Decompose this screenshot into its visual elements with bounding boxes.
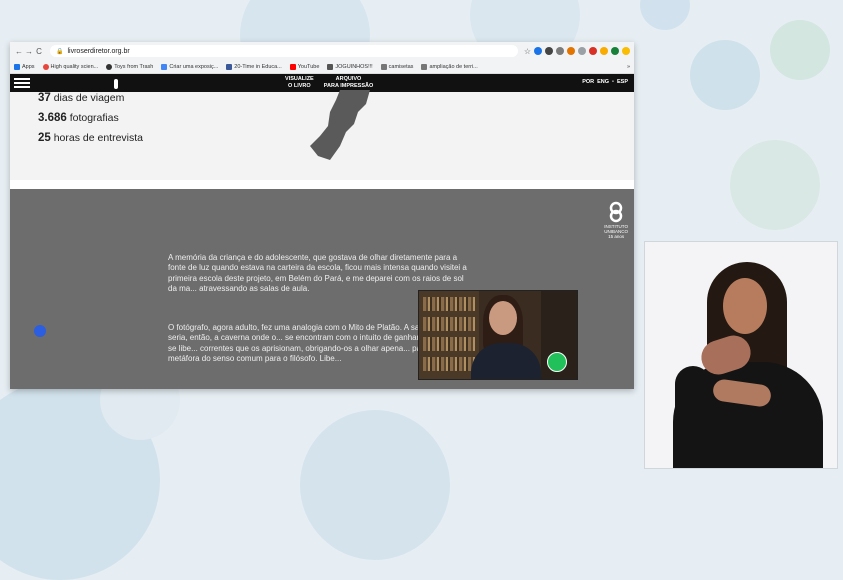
youtube-favicon-icon (289, 63, 296, 70)
lock-icon: 🔒 (56, 48, 64, 55)
bookmarks-bar: Apps High quality scien... Toys from Tra… (10, 60, 634, 74)
bookmark-favicon-icon (226, 63, 233, 70)
instituto-unibanco-logo: INSTITUTO UNIBANCO 15 anos (604, 201, 628, 239)
language-switcher: POR ENG • ESP (582, 79, 628, 85)
brazil-map-shape (310, 90, 370, 160)
bookmark-item[interactable]: Toys from Trash (106, 63, 153, 70)
back-icon[interactable]: ← (14, 47, 24, 56)
bg-circle (690, 40, 760, 110)
forward-icon[interactable]: → (24, 47, 34, 56)
google-favicon-icon (161, 63, 168, 70)
bookmark-item[interactable]: High quality scien... (42, 63, 98, 70)
presenter-body (471, 343, 541, 379)
hamburger-menu-icon[interactable] (14, 76, 30, 90)
lang-eng[interactable]: ENG (597, 79, 609, 85)
extension-icon[interactable] (545, 46, 553, 55)
extension-icon[interactable] (534, 46, 542, 55)
more-bookmarks-chevron[interactable]: » (627, 64, 630, 70)
extension-icon[interactable] (600, 46, 608, 55)
bookmark-favicon-icon (327, 63, 334, 70)
interpreter-face (723, 278, 767, 334)
logo-mark-icon (609, 201, 623, 223)
header-nav: VISUALIZE O LIVRO ARQUIVO PARA IMPRESSÃO (285, 76, 373, 90)
extension-icon[interactable] (578, 46, 586, 55)
bookmark-folder[interactable]: camisetas (380, 63, 413, 70)
bookmark-item[interactable]: 20-Time in Educa... (226, 63, 282, 70)
blue-indicator-dot[interactable] (34, 325, 46, 337)
profile-avatar[interactable] (622, 46, 630, 55)
sign-language-interpreter (644, 241, 838, 469)
bookmark-folder[interactable]: ampliação de terri... (421, 63, 478, 70)
extension-icons: ☆ (524, 46, 630, 56)
apps-grid-icon (14, 63, 20, 70)
bookmark-favicon-icon (106, 63, 113, 70)
extension-icon[interactable] (611, 46, 619, 55)
stat-item: 25 horas de entrevista (38, 132, 144, 144)
lang-separator: • (612, 79, 614, 85)
lang-esp[interactable]: ESP (617, 79, 628, 85)
extension-icon[interactable] (589, 46, 597, 55)
url-input[interactable]: 🔒 livroserdiretor.org.br (50, 45, 518, 57)
mic-active-indicator[interactable] (547, 352, 567, 372)
lang-por[interactable]: POR (582, 79, 594, 85)
stat-item: 37 dias de viagem (38, 92, 125, 104)
nav-visualize-book[interactable]: VISUALIZE O LIVRO (285, 76, 314, 90)
folder-icon (421, 63, 428, 70)
stats-area: 37 dias de viagem 3.686 fotografias 25 h… (10, 90, 634, 180)
url-text: livroserdiretor.org.br (67, 47, 130, 55)
reload-icon[interactable]: C (34, 47, 44, 56)
bg-circle (300, 410, 450, 560)
bg-circle (730, 140, 820, 230)
body-paragraph: A memória da criança e do adolescente, q… (168, 253, 467, 294)
bookmark-apps[interactable]: Apps (14, 63, 35, 70)
extension-icon[interactable] (556, 46, 564, 55)
bookmark-item[interactable]: Criar uma exposiç... (161, 63, 218, 70)
star-icon[interactable]: ☆ (524, 47, 531, 56)
stat-item: 3.686 fotografias (38, 112, 119, 124)
folder-icon (380, 63, 387, 70)
bg-circle (640, 0, 690, 30)
bookmark-item[interactable]: YouTube (289, 63, 319, 70)
interpreter-sleeve (675, 366, 711, 426)
mouse-cursor-icon (114, 79, 118, 89)
nav-print-archive[interactable]: ARQUIVO PARA IMPRESSÃO (324, 76, 374, 90)
bookshelf (419, 291, 479, 379)
bookmark-favicon-icon (42, 63, 49, 70)
bookmark-item[interactable]: JOGUINHOS!!! (327, 63, 373, 70)
presenter-face (489, 301, 517, 335)
extension-icon[interactable] (567, 46, 575, 55)
bg-circle (770, 20, 830, 80)
address-bar: ← → C 🔒 livroserdiretor.org.br ☆ (10, 42, 634, 60)
